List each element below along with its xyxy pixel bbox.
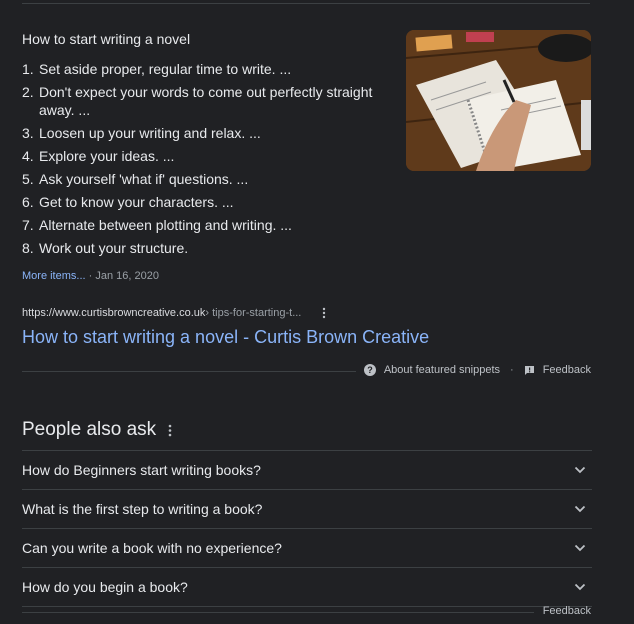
snippet-list: 1. Set aside proper, regular time to writ… (22, 60, 392, 262)
divider (22, 612, 534, 613)
result-path: › tips-for-starting-t... (205, 307, 302, 319)
paa-feedback-button[interactable]: Feedback (543, 605, 591, 617)
help-circle-icon: ? (363, 364, 376, 376)
list-item: 7. Alternate between plotting and writing… (22, 217, 292, 233)
chevron-down-icon (574, 466, 586, 474)
separator: · (510, 364, 514, 376)
list-item: 1. Set aside proper, regular time to writ… (22, 61, 292, 77)
list-item: 6. Get to know your characters. ... (22, 194, 234, 210)
more-vert-icon[interactable] (319, 307, 329, 319)
divider (22, 3, 590, 4)
list-item: 2. Don't expect your words to come out pe… (22, 84, 373, 118)
search-results-page: How to start writing a novel 1. Set aside… (0, 0, 634, 624)
people-also-ask-heading: People also ask (22, 419, 172, 441)
people-also-ask-list: How do Beginners start writing books? Wh… (22, 450, 592, 607)
snippet-image[interactable] (406, 30, 591, 171)
snippet-title: How to start writing a novel (22, 31, 191, 47)
feedback-button[interactable]: Feedback (524, 364, 591, 376)
list-item: 8. Work out your structure. (22, 240, 189, 256)
svg-text:?: ? (367, 365, 373, 375)
more-items-link[interactable]: More items... (22, 270, 86, 282)
chevron-down-icon (574, 583, 586, 591)
list-item: 4. Explore your ideas. ... (22, 148, 175, 164)
paa-question[interactable]: Can you write a book with no experience? (22, 528, 592, 567)
paa-question[interactable]: What is the first step to writing a book… (22, 489, 592, 528)
snippet-meta: More items... · Jan 16, 2020 (22, 270, 159, 282)
result-title-link[interactable]: How to start writing a novel - Curtis Br… (22, 327, 429, 348)
chevron-down-icon (574, 505, 586, 513)
paa-question[interactable]: How do Beginners start writing books? (22, 450, 592, 489)
feedback-icon (524, 365, 535, 376)
writing-photo (406, 30, 591, 171)
about-featured-snippets-button[interactable]: ? About featured snippets (363, 364, 500, 376)
result-domain: https://www.curtisbrowncreative.co.uk (22, 307, 206, 319)
result-cite: https://www.curtisbrowncreative.co.uk › … (22, 307, 329, 319)
chevron-down-icon (574, 544, 586, 552)
more-vert-icon[interactable] (168, 424, 172, 437)
separator: · (88, 270, 93, 282)
snippet-date: Jan 16, 2020 (95, 270, 159, 282)
snippet-footer: ? About featured snippets · Feedback (363, 364, 591, 376)
divider (22, 371, 356, 372)
paa-question[interactable]: How do you begin a book? (22, 567, 592, 607)
list-item: 3. Loosen up your writing and relax. ... (22, 125, 261, 141)
list-item: 5. Ask yourself 'what if' questions. ... (22, 171, 249, 187)
